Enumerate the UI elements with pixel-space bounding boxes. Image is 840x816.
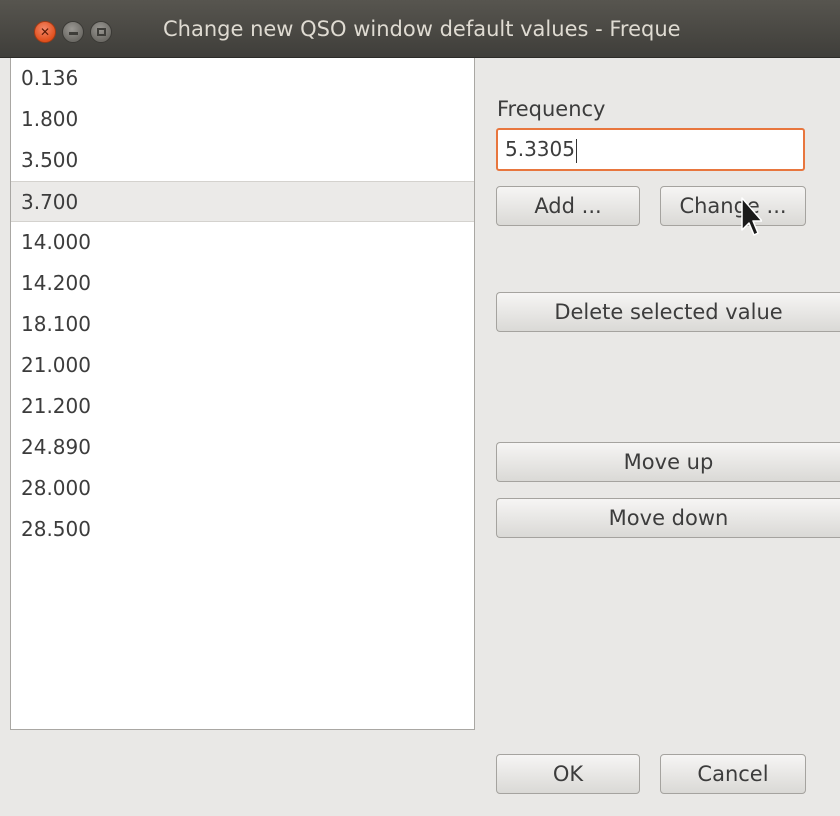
change-button[interactable]: Change ... bbox=[660, 186, 806, 226]
maximize-icon[interactable] bbox=[90, 21, 112, 43]
frequency-label: Frequency bbox=[497, 97, 606, 121]
minimize-icon[interactable] bbox=[62, 21, 84, 43]
list-item[interactable]: 21.000 bbox=[11, 345, 474, 386]
close-icon[interactable]: ✕ bbox=[34, 21, 56, 43]
list-item[interactable]: 21.200 bbox=[11, 386, 474, 427]
list-item[interactable]: 14.000 bbox=[11, 222, 474, 263]
list-item-selected[interactable]: 3.700 bbox=[11, 181, 474, 222]
move-down-button[interactable]: Move down bbox=[496, 498, 840, 538]
ok-button[interactable]: OK bbox=[496, 754, 640, 794]
move-up-button[interactable]: Move up bbox=[496, 442, 840, 482]
delete-selected-button[interactable]: Delete selected value bbox=[496, 292, 840, 332]
title-bar: ✕ Change new QSO window default values -… bbox=[0, 0, 840, 58]
cancel-button[interactable]: Cancel bbox=[660, 754, 806, 794]
frequency-input[interactable]: 5.3305 bbox=[496, 128, 805, 171]
minimize-glyph bbox=[68, 31, 78, 35]
text-caret bbox=[575, 138, 577, 163]
close-glyph: ✕ bbox=[39, 25, 51, 39]
frequency-input-value: 5.3305 bbox=[505, 137, 575, 161]
list-item[interactable]: 3.500 bbox=[11, 140, 474, 181]
list-item[interactable]: 28.000 bbox=[11, 468, 474, 509]
list-item[interactable]: 24.890 bbox=[11, 427, 474, 468]
frequency-list[interactable]: 0.136 1.800 3.500 3.700 14.000 14.200 18… bbox=[10, 58, 475, 730]
list-item[interactable]: 14.200 bbox=[11, 263, 474, 304]
add-button[interactable]: Add ... bbox=[496, 186, 640, 226]
maximize-glyph bbox=[96, 28, 106, 36]
mouse-pointer-icon bbox=[741, 197, 762, 236]
list-item[interactable]: 18.100 bbox=[11, 304, 474, 345]
window-title: Change new QSO window default values - F… bbox=[163, 17, 681, 41]
list-item[interactable]: 0.136 bbox=[11, 58, 474, 99]
list-item[interactable]: 1.800 bbox=[11, 99, 474, 140]
list-item[interactable]: 28.500 bbox=[11, 509, 474, 550]
